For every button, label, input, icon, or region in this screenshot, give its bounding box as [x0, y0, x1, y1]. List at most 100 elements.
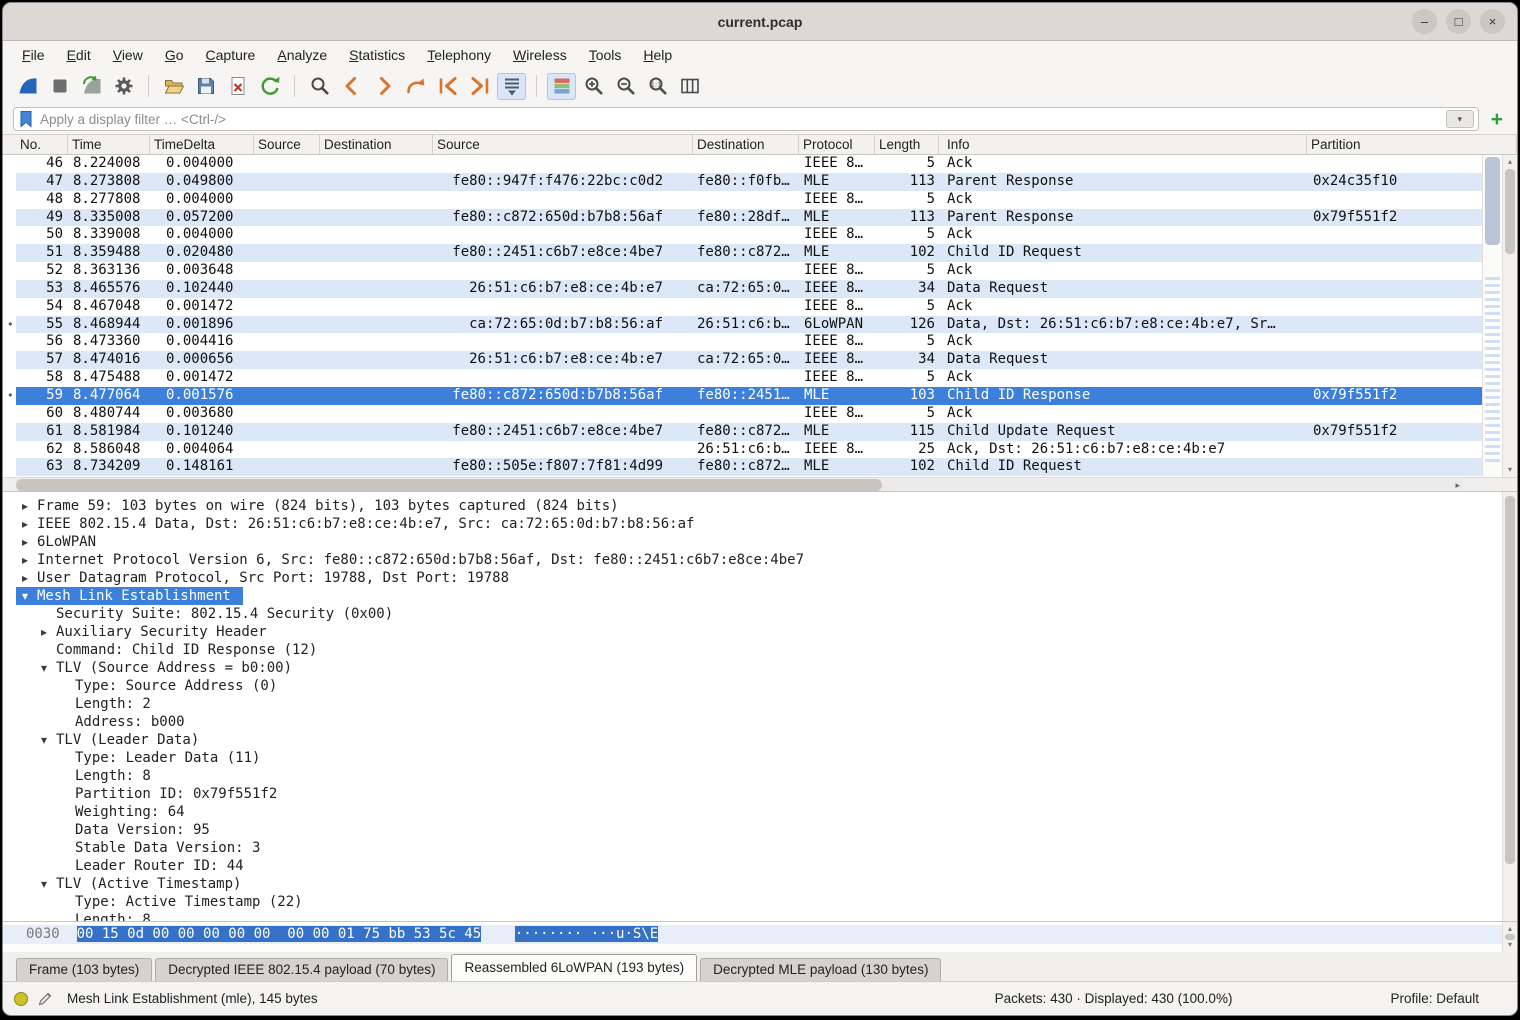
column-header-partition[interactable]: Partition: [1307, 135, 1517, 155]
menu-help[interactable]: Help: [632, 44, 683, 66]
scroll-down-icon[interactable]: ▾: [1503, 465, 1517, 475]
menu-statistics[interactable]: Statistics: [338, 44, 416, 66]
detail-line[interactable]: Type: Leader Data (11): [16, 749, 1502, 767]
packet-row-53[interactable]: 538.4655760.10244026:51:c6:b7:e8:ce:4b:e…: [16, 280, 1482, 298]
detail-line[interactable]: ▾TLV (Leader Data): [16, 731, 1502, 749]
bytes-tab[interactable]: Reassembled 6LoWPAN (193 bytes): [451, 954, 697, 981]
packet-row-61[interactable]: 618.5819840.101240fe80::2451:c6b7:e8ce:4…: [16, 423, 1482, 441]
go-forward-icon[interactable]: [369, 73, 398, 100]
packet-list-hscrollbar[interactable]: ▸: [3, 477, 1517, 491]
bytes-scrollbar[interactable]: ▴ ▾: [1502, 922, 1517, 952]
details-scrollbar[interactable]: [1502, 492, 1517, 921]
detail-line[interactable]: Length: 8: [16, 911, 1502, 921]
column-header-time[interactable]: Time: [68, 135, 150, 155]
hex-line[interactable]: 0030 00 15 0d 00 00 00 00 00 00 00 01 75…: [3, 925, 1502, 944]
packet-row-47[interactable]: 478.2738080.049800fe80::947f:f476:22bc:c…: [16, 173, 1482, 191]
menu-tools[interactable]: Tools: [578, 44, 633, 66]
detail-line[interactable]: ▸Frame 59: 103 bytes on wire (824 bits),…: [16, 497, 1502, 515]
go-last-icon[interactable]: [465, 73, 494, 100]
colorize-packets-icon[interactable]: [547, 73, 576, 100]
detail-line[interactable]: ▸6LoWPAN: [16, 533, 1502, 551]
hex-ascii-selected[interactable]: ········ ···u·S\E: [515, 926, 658, 942]
zoom-out-icon[interactable]: [611, 73, 640, 100]
packet-row-48[interactable]: 488.2778080.004000IEEE 8…5Ack: [16, 191, 1482, 209]
filter-dropdown-icon[interactable]: ▾: [1446, 110, 1474, 128]
column-header-destination[interactable]: Destination: [320, 135, 433, 155]
detail-line[interactable]: ▸Internet Protocol Version 6, Src: fe80:…: [16, 551, 1502, 569]
packet-row-63[interactable]: 638.7342090.148161fe80::505e:f807:7f81:4…: [16, 458, 1482, 476]
packet-row-59[interactable]: •598.4770640.001576fe80::c872:650d:b7b8:…: [16, 387, 1482, 405]
detail-line[interactable]: Data Version: 95: [16, 821, 1502, 839]
expander-down-icon[interactable]: ▾: [41, 875, 56, 893]
detail-line[interactable]: Type: Source Address (0): [16, 677, 1502, 695]
save-file-icon[interactable]: [191, 73, 220, 100]
expander-right-icon[interactable]: ▸: [22, 533, 37, 551]
open-file-icon[interactable]: [159, 73, 188, 100]
detail-line[interactable]: Weighting: 64: [16, 803, 1502, 821]
stop-capture-icon[interactable]: [45, 73, 74, 100]
detail-line[interactable]: ▾TLV (Source Address = b0:00): [16, 659, 1502, 677]
detail-line[interactable]: Length: 2: [16, 695, 1502, 713]
column-header-protocol[interactable]: Protocol: [799, 135, 875, 155]
packet-row-62[interactable]: 628.5860480.00406426:51:c6:b…IEEE 8…25Ac…: [16, 441, 1482, 459]
packet-row-49[interactable]: 498.3350080.057200fe80::c872:650d:b7b8:5…: [16, 209, 1482, 227]
expander-right-icon[interactable]: ▸: [22, 551, 37, 569]
detail-line[interactable]: Length: 8: [16, 767, 1502, 785]
detail-line[interactable]: Command: Child ID Response (12): [16, 641, 1502, 659]
minimize-button[interactable]: –: [1412, 9, 1437, 34]
menu-go[interactable]: Go: [154, 44, 195, 66]
scroll-up-icon[interactable]: ▴: [1503, 924, 1517, 934]
column-header-destination[interactable]: Destination: [693, 135, 799, 155]
reload-file-icon[interactable]: [255, 73, 284, 100]
detail-line[interactable]: Type: Active Timestamp (22): [16, 893, 1502, 911]
expander-down-icon[interactable]: ▾: [41, 731, 56, 749]
scroll-down-icon[interactable]: ▾: [1503, 940, 1517, 950]
capture-comment-icon[interactable]: [37, 991, 53, 1007]
go-to-packet-icon[interactable]: [401, 73, 430, 100]
start-capture-icon[interactable]: [13, 73, 42, 100]
packet-list-scrollbar[interactable]: ▴ ▾: [1502, 155, 1517, 477]
menu-capture[interactable]: Capture: [195, 44, 267, 66]
detail-line[interactable]: Security Suite: 802.15.4 Security (0x00): [16, 605, 1502, 623]
expander-right-icon[interactable]: ▸: [22, 515, 37, 533]
column-header-info[interactable]: Info: [939, 135, 1307, 155]
column-header-timedelta[interactable]: TimeDelta: [150, 135, 254, 155]
restart-capture-icon[interactable]: [77, 73, 106, 100]
expert-info-icon[interactable]: [13, 991, 29, 1007]
packet-row-56[interactable]: 568.4733600.004416IEEE 8…5Ack: [16, 333, 1482, 351]
column-header-source[interactable]: Source: [433, 135, 693, 155]
menu-edit[interactable]: Edit: [56, 44, 102, 66]
go-first-icon[interactable]: [433, 73, 462, 100]
maximize-button[interactable]: □: [1446, 9, 1471, 34]
menu-telephony[interactable]: Telephony: [416, 44, 502, 66]
bytes-tab[interactable]: Decrypted IEEE 802.15.4 payload (70 byte…: [155, 958, 448, 981]
packet-row-51[interactable]: 518.3594880.020480fe80::2451:c6b7:e8ce:4…: [16, 244, 1482, 262]
bytes-tab[interactable]: Decrypted MLE payload (130 bytes): [700, 958, 941, 981]
close-file-icon[interactable]: [223, 73, 252, 100]
scrollbar-thumb[interactable]: [1505, 496, 1515, 864]
detail-line[interactable]: ▾Mesh Link Establishment: [16, 587, 1502, 605]
column-header-source[interactable]: Source: [254, 135, 320, 155]
detail-line[interactable]: Leader Router ID: 44: [16, 857, 1502, 875]
packet-list-minimap-scrollbar[interactable]: [1482, 155, 1502, 477]
expander-right-icon[interactable]: ▸: [22, 569, 37, 587]
hex-bytes-selected[interactable]: 00 15 0d 00 00 00 00 00 00 00 01 75 bb 5…: [77, 926, 482, 942]
column-header-no-[interactable]: No.: [16, 135, 68, 155]
detail-line[interactable]: ▸IEEE 802.15.4 Data, Dst: 26:51:c6:b7:e8…: [16, 515, 1502, 533]
menu-wireless[interactable]: Wireless: [502, 44, 578, 66]
detail-line[interactable]: Address: b000: [16, 713, 1502, 731]
packet-row-55[interactable]: •558.4689440.001896ca:72:65:0d:b7:b8:56:…: [16, 316, 1482, 334]
find-packet-icon[interactable]: [305, 73, 334, 100]
resize-columns-icon[interactable]: [675, 73, 704, 100]
add-filter-button[interactable]: +: [1485, 109, 1509, 130]
zoom-in-icon[interactable]: [579, 73, 608, 100]
detail-line[interactable]: Partition ID: 0x79f551f2: [16, 785, 1502, 803]
menu-view[interactable]: View: [102, 44, 154, 66]
bytes-tab[interactable]: Frame (103 bytes): [16, 958, 152, 981]
expander-right-icon[interactable]: ▸: [41, 623, 56, 641]
detail-line[interactable]: ▸User Datagram Protocol, Src Port: 19788…: [16, 569, 1502, 587]
filter-bookmark-icon[interactable]: [18, 110, 34, 128]
packet-row-50[interactable]: 508.3390080.004000IEEE 8…5Ack: [16, 226, 1482, 244]
display-filter-input[interactable]: [34, 112, 1446, 127]
column-header-length[interactable]: Length: [875, 135, 939, 155]
